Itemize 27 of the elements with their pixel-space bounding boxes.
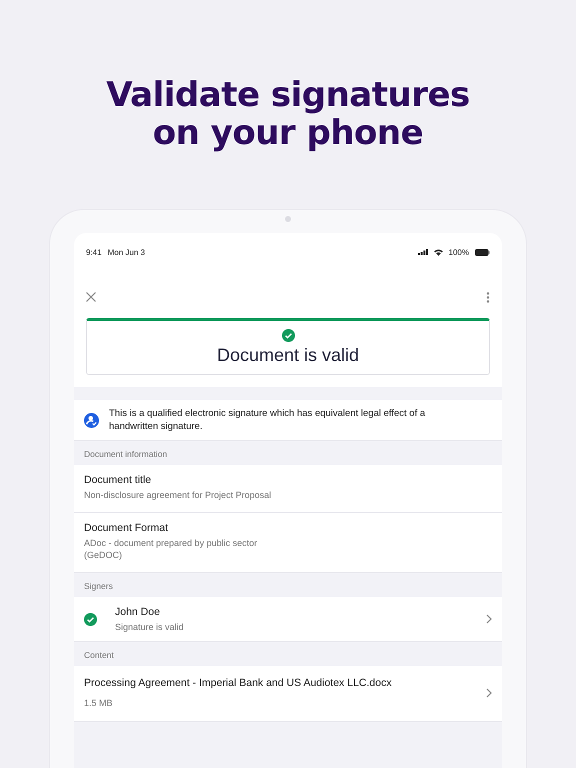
close-icon[interactable] xyxy=(86,292,96,302)
row-subtitle: 1.5 MB xyxy=(84,697,114,709)
row-subtitle: Signature is valid xyxy=(115,621,185,633)
user-badge-icon xyxy=(84,412,99,428)
row-title: Document Format xyxy=(84,521,170,535)
row-title: Document title xyxy=(84,473,152,487)
headline: Validate signatures on your phone xyxy=(106,76,470,152)
row-subtitle: ADoc - document prepared by public sector (GeDOC) xyxy=(84,537,258,561)
check-icon xyxy=(282,329,294,342)
battery-percent: 100% xyxy=(448,248,469,256)
wifi-icon xyxy=(434,248,443,256)
chevron-icon xyxy=(486,614,492,624)
status-date: Mon Jun 3 xyxy=(108,248,145,256)
row-subtitle: Non-disclosure agreement for Project Proposal xyxy=(84,489,272,501)
section-header: Content xyxy=(83,649,115,662)
row-title: John Doe xyxy=(115,605,161,619)
camera-dot xyxy=(285,216,291,222)
row-title: Processing Agreement - Imperial Bank and US Audiotex LLC.docx xyxy=(84,676,393,690)
section-header: Signers xyxy=(83,580,114,593)
more-icon[interactable] xyxy=(486,292,490,302)
chevron-icon xyxy=(486,688,492,698)
section-header: Document information xyxy=(83,448,168,461)
validation-title: Document is valid xyxy=(216,345,360,366)
signature-notice: This is a qualified electronic signature which has equivalent legal effect of a handwritten signature. xyxy=(109,407,426,433)
status-time: 9:41 xyxy=(86,248,102,256)
battery-icon xyxy=(475,248,490,256)
signal-icon xyxy=(418,249,428,255)
